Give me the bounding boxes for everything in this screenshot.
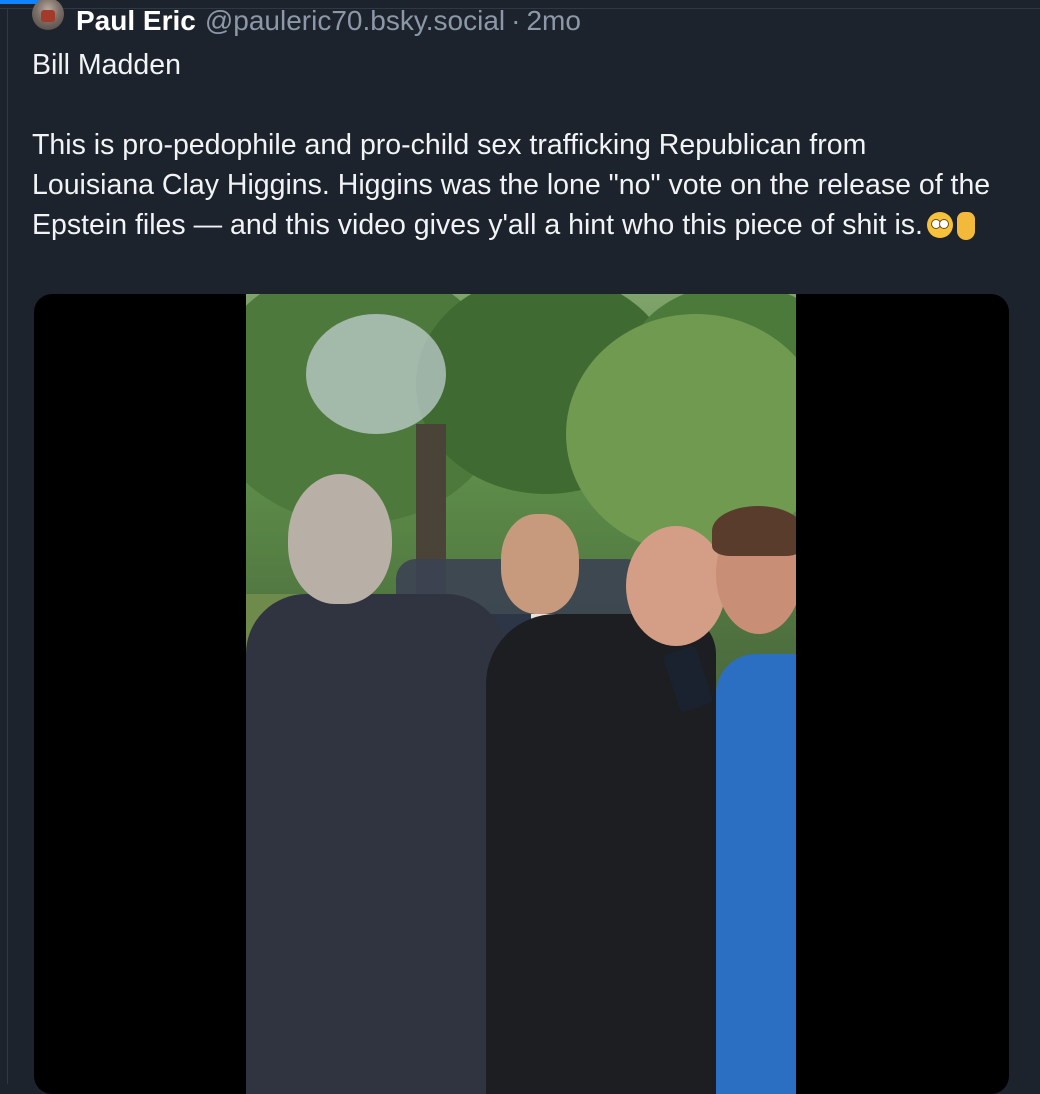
post-header: Paul Eric @pauleric70.bsky.social · 2mo — [32, 0, 581, 38]
separator-dot: · — [511, 5, 521, 36]
post-text: Bill Madden This is pro-pedophile and pr… — [32, 49, 991, 241]
pointing-down-icon — [956, 212, 975, 240]
video-thumbnail[interactable] — [246, 294, 796, 1094]
author-display-name[interactable]: Paul Eric — [76, 5, 196, 37]
post-timestamp[interactable]: 2mo — [526, 5, 580, 37]
video-embed[interactable] — [34, 294, 1009, 1094]
avatar[interactable] — [32, 0, 64, 30]
thread-divider — [7, 8, 8, 1084]
author-handle[interactable]: @pauleric70.bsky.social — [205, 5, 505, 37]
post-text-container: Bill Madden This is pro-pedophile and pr… — [32, 45, 992, 245]
flushed-face-icon — [926, 212, 953, 238]
